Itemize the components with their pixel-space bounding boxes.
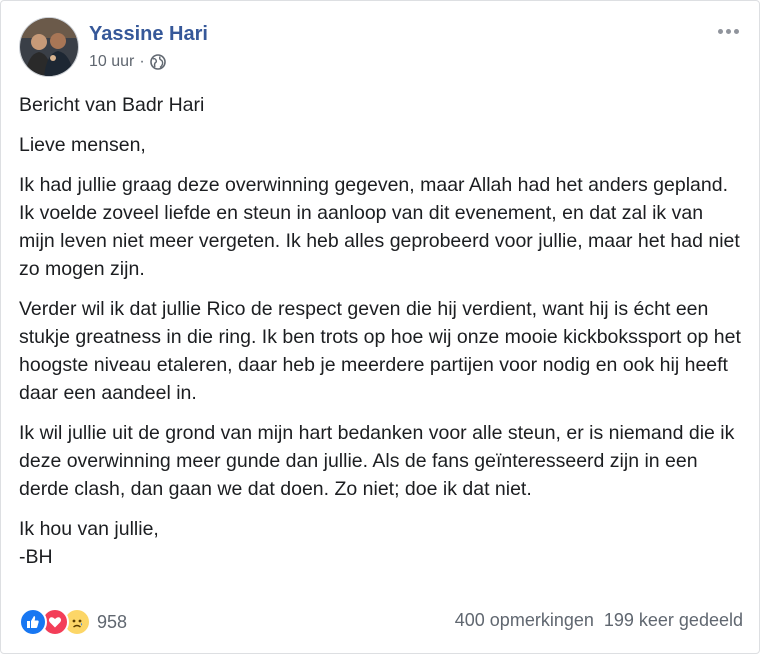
reactions-summary[interactable]: 958 xyxy=(19,608,127,636)
post-footer: 958 400 opmerkingen 199 keer gedeeld xyxy=(19,606,743,636)
author-name-link[interactable]: Yassine Hari xyxy=(89,23,208,46)
more-options-icon[interactable] xyxy=(713,21,743,41)
shares-count-link[interactable]: 199 keer gedeeld xyxy=(604,610,743,631)
post-header: Yassine Hari 10 uur · xyxy=(19,17,743,77)
like-icon xyxy=(19,608,47,636)
post-body: Bericht van Badr Hari Lieve mensen, Ik h… xyxy=(19,91,743,583)
post-meta: 10 uur · xyxy=(89,53,166,71)
meta-separator: · xyxy=(139,53,145,70)
post-paragraph: Ik wil jullie uit de grond van mijn hart… xyxy=(19,422,735,500)
reaction-count[interactable]: 958 xyxy=(97,612,127,633)
post-timestamp[interactable]: 10 uur xyxy=(89,53,134,71)
post-stats: 400 opmerkingen 199 keer gedeeld xyxy=(455,610,743,631)
post-paragraph: Lieve mensen, xyxy=(19,134,146,156)
post-paragraph: Ik hou van jullie, xyxy=(19,518,159,540)
post-paragraph: Bericht van Badr Hari xyxy=(19,94,205,116)
comments-count-link[interactable]: 400 opmerkingen xyxy=(455,610,594,631)
post-paragraph: Ik had jullie graag deze overwinning geg… xyxy=(19,174,740,280)
avatar[interactable] xyxy=(19,17,79,77)
globe-icon[interactable] xyxy=(149,54,166,70)
facebook-post: Yassine Hari 10 uur · Bericht van Badr H… xyxy=(0,0,760,654)
post-paragraph: -BH xyxy=(19,546,53,568)
post-paragraph: Verder wil ik dat jullie Rico de respect… xyxy=(19,298,741,404)
